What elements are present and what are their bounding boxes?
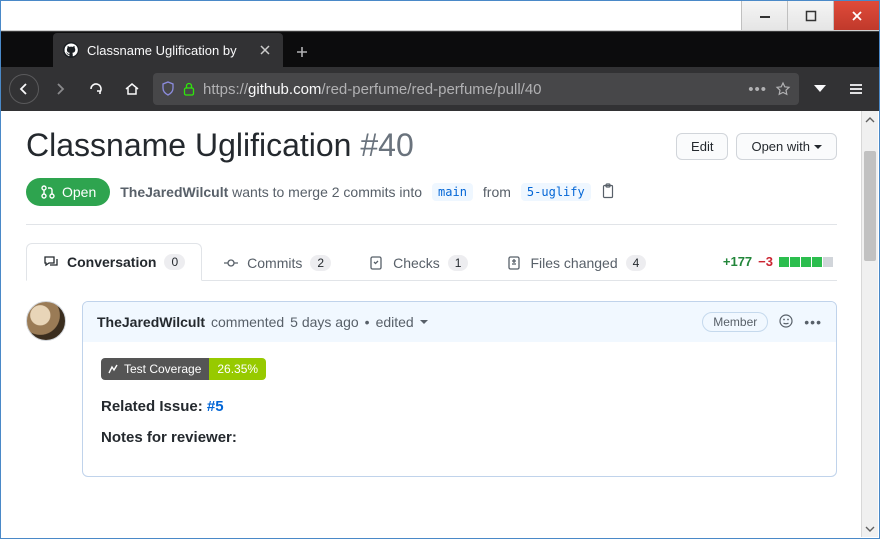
browser-tabstrip: Classname Uglification by — [1, 31, 879, 67]
pr-number: #40 — [360, 127, 413, 163]
comment-box: TheJaredWilcult commented 5 days ago • e… — [82, 301, 837, 477]
chevron-down-icon — [420, 320, 428, 328]
browser-tab-title: Classname Uglification by — [87, 43, 249, 58]
download-chevron-icon — [811, 80, 829, 98]
shield-icon — [161, 81, 175, 97]
home-button[interactable] — [117, 74, 147, 104]
additions: +177 — [723, 254, 752, 269]
diff-stat[interactable]: +177 −3 — [723, 254, 837, 269]
coverage-badge[interactable]: Test Coverage 26.35% — [101, 358, 266, 380]
hamburger-icon — [848, 81, 864, 97]
chevron-down-icon — [865, 524, 875, 534]
tab-commits[interactable]: Commits 2 — [206, 244, 348, 281]
maximize-icon — [805, 10, 817, 22]
checks-count: 1 — [448, 255, 469, 271]
arrow-right-icon — [52, 81, 68, 97]
browser-tab[interactable]: Classname Uglification by — [53, 33, 283, 67]
home-icon — [124, 81, 140, 97]
diff-blocks-icon — [779, 257, 833, 267]
back-button[interactable] — [9, 74, 39, 104]
arrow-left-icon — [16, 81, 32, 97]
plus-icon — [295, 45, 309, 59]
comment-header: TheJaredWilcult commented 5 days ago • e… — [83, 302, 836, 342]
reload-button[interactable] — [81, 74, 111, 104]
close-icon — [259, 44, 271, 56]
commits-count: 2 — [310, 255, 331, 271]
tab-checks[interactable]: Checks 1 — [352, 244, 485, 281]
clipboard-icon — [601, 183, 615, 199]
page-actions-icon[interactable]: ••• — [748, 81, 767, 98]
role-badge: Member — [702, 312, 768, 332]
file-diff-icon — [506, 255, 522, 271]
edit-button[interactable]: Edit — [676, 133, 728, 160]
chevron-up-icon — [865, 115, 875, 125]
base-branch[interactable]: main — [432, 183, 473, 201]
page-viewport: Classname Uglification #40 Edit Open wit… — [2, 111, 861, 537]
git-pull-request-icon — [40, 184, 56, 200]
window-minimize-button[interactable] — [741, 1, 787, 30]
deletions: −3 — [758, 254, 773, 269]
reload-icon — [88, 81, 104, 97]
smiley-icon — [778, 313, 794, 329]
comment-body: Test Coverage 26.35% Related Issue: #5 N… — [83, 342, 836, 476]
head-branch[interactable]: 5-uglify — [521, 183, 591, 201]
copy-branch-button[interactable] — [601, 183, 615, 202]
issue-link[interactable]: #5 — [207, 398, 224, 415]
downloads-button[interactable] — [805, 74, 835, 104]
github-favicon-icon — [63, 42, 79, 58]
comment-time[interactable]: 5 days ago — [290, 314, 359, 330]
tab-close-button[interactable] — [257, 42, 273, 58]
address-bar[interactable]: https://github.com/red-perfume/red-perfu… — [153, 73, 799, 105]
add-reaction-button[interactable] — [778, 313, 794, 332]
window-close-button[interactable] — [833, 1, 879, 30]
browser-toolbar: https://github.com/red-perfume/red-perfu… — [1, 67, 879, 111]
comment-author[interactable]: TheJaredWilcult — [97, 314, 205, 330]
scroll-up-button[interactable] — [862, 111, 878, 128]
pr-author[interactable]: TheJaredWilcult — [120, 184, 228, 200]
chevron-down-icon — [814, 145, 822, 153]
close-icon — [851, 10, 863, 22]
notes-header: Notes for reviewer: — [101, 429, 818, 446]
app-menu-button[interactable] — [841, 74, 871, 104]
window-maximize-button[interactable] — [787, 1, 833, 30]
bookmark-star-icon[interactable] — [775, 81, 791, 97]
merge-description: wants to merge 2 commits into — [232, 184, 422, 200]
url-text: https://github.com/red-perfume/red-perfu… — [203, 81, 740, 98]
edited-label[interactable]: edited — [376, 314, 414, 330]
related-issue: Related Issue: #5 — [101, 398, 818, 415]
scroll-down-button[interactable] — [862, 520, 878, 537]
window-titlebar — [1, 1, 879, 31]
kebab-menu[interactable]: ••• — [804, 314, 822, 330]
new-tab-button[interactable] — [287, 37, 317, 67]
coveralls-icon — [107, 363, 119, 375]
conversation-count: 0 — [164, 254, 185, 270]
comment-discussion-icon — [43, 254, 59, 270]
forward-button[interactable] — [45, 74, 75, 104]
pr-state-badge: Open — [26, 178, 110, 206]
git-commit-icon — [223, 255, 239, 271]
avatar[interactable] — [26, 301, 66, 341]
scroll-thumb[interactable] — [864, 151, 876, 261]
tab-conversation[interactable]: Conversation 0 — [26, 243, 202, 281]
open-with-button[interactable]: Open with — [736, 133, 837, 160]
pr-meta: Open TheJaredWilcult wants to merge 2 co… — [26, 178, 837, 225]
tab-files-changed[interactable]: Files changed 4 — [489, 244, 663, 281]
pr-title: Classname Uglification #40 — [26, 127, 414, 164]
minimize-icon — [759, 10, 771, 22]
lock-icon — [183, 82, 195, 96]
vertical-scrollbar[interactable] — [861, 111, 878, 537]
checklist-icon — [369, 255, 385, 271]
from-label: from — [483, 184, 511, 200]
pr-tabs: Conversation 0 Commits 2 Checks 1 Files … — [26, 243, 837, 281]
files-count: 4 — [626, 255, 647, 271]
